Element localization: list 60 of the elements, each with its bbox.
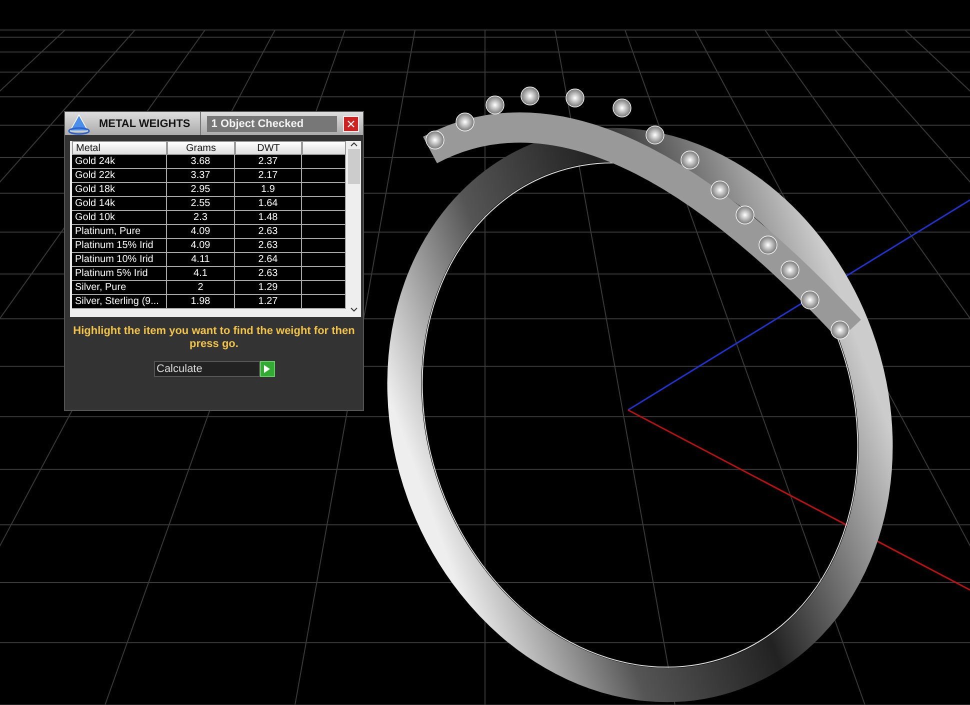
instruction-text: Highlight the item you want to find the weight for then press go. [72, 324, 356, 351]
table-cell: Platinum 10% Irid [72, 253, 167, 267]
scrollbar-thumb[interactable] [348, 149, 360, 184]
table-cell: Platinum 5% Irid [72, 267, 167, 281]
close-icon [347, 120, 355, 128]
table-cell: 1.9 [235, 183, 302, 197]
table-cell [302, 197, 346, 211]
up-caret-icon [350, 141, 358, 147]
table-cell [302, 281, 346, 295]
table-cell [302, 253, 346, 267]
table-cell: Gold 10k [72, 211, 167, 225]
table-cell: 1.48 [235, 211, 302, 225]
table-cell: 1.29 [235, 281, 302, 295]
table-cell: 2 [167, 281, 235, 295]
table-cell: Gold 24k [72, 155, 167, 169]
status-text: 1 Object Checked [207, 116, 337, 132]
table-cell: 4.11 [167, 253, 235, 267]
table-cell: 4.09 [167, 225, 235, 239]
column-header[interactable] [302, 141, 346, 155]
table-cell: Platinum, Pure [72, 225, 167, 239]
table-cell [302, 183, 346, 197]
table-cell: 1.64 [235, 197, 302, 211]
column-header[interactable]: DWT [235, 141, 302, 155]
table-cell [302, 169, 346, 183]
table-cell: Gold 14k [72, 197, 167, 211]
calculate-dropdown[interactable]: Calculate [154, 361, 260, 377]
table-cell: 1.27 [235, 295, 302, 309]
table-cell: Platinum 15% Irid [72, 239, 167, 253]
close-button[interactable] [343, 116, 359, 132]
table-cell [302, 295, 346, 309]
table-cell [302, 211, 346, 225]
panel-title: METAL WEIGHTS [97, 112, 202, 135]
table-cell: 2.63 [235, 239, 302, 253]
table-cell: 1.98 [167, 295, 235, 309]
go-button[interactable] [260, 361, 274, 377]
table-cell: 2.64 [235, 253, 302, 267]
table-cell [302, 239, 346, 253]
table-cell: 2.63 [235, 225, 302, 239]
table-cell [302, 267, 346, 281]
table-cell: Silver, Pure [72, 281, 167, 295]
table-cell: 2.63 [235, 267, 302, 281]
table-cell [302, 225, 346, 239]
table-cell: 2.95 [167, 183, 235, 197]
table-cell: 2.3 [167, 211, 235, 225]
column-header[interactable]: Metal [72, 141, 167, 155]
column-header[interactable]: Grams [167, 141, 235, 155]
pyramid-icon [67, 112, 91, 134]
table-cell: 3.68 [167, 155, 235, 169]
down-caret-icon [350, 307, 358, 313]
table-cell: 4.09 [167, 239, 235, 253]
table-cell: 2.37 [235, 155, 302, 169]
play-icon [264, 365, 270, 373]
table-cell: Gold 22k [72, 169, 167, 183]
table-cell: Silver, Sterling (9... [72, 295, 167, 309]
table-cell [302, 155, 346, 169]
table-cell: 3.37 [167, 169, 235, 183]
table-cell: Gold 18k [72, 183, 167, 197]
table-cell: 2.55 [167, 197, 235, 211]
table-cell: 4.1 [167, 267, 235, 281]
table-cell: 2.17 [235, 169, 302, 183]
